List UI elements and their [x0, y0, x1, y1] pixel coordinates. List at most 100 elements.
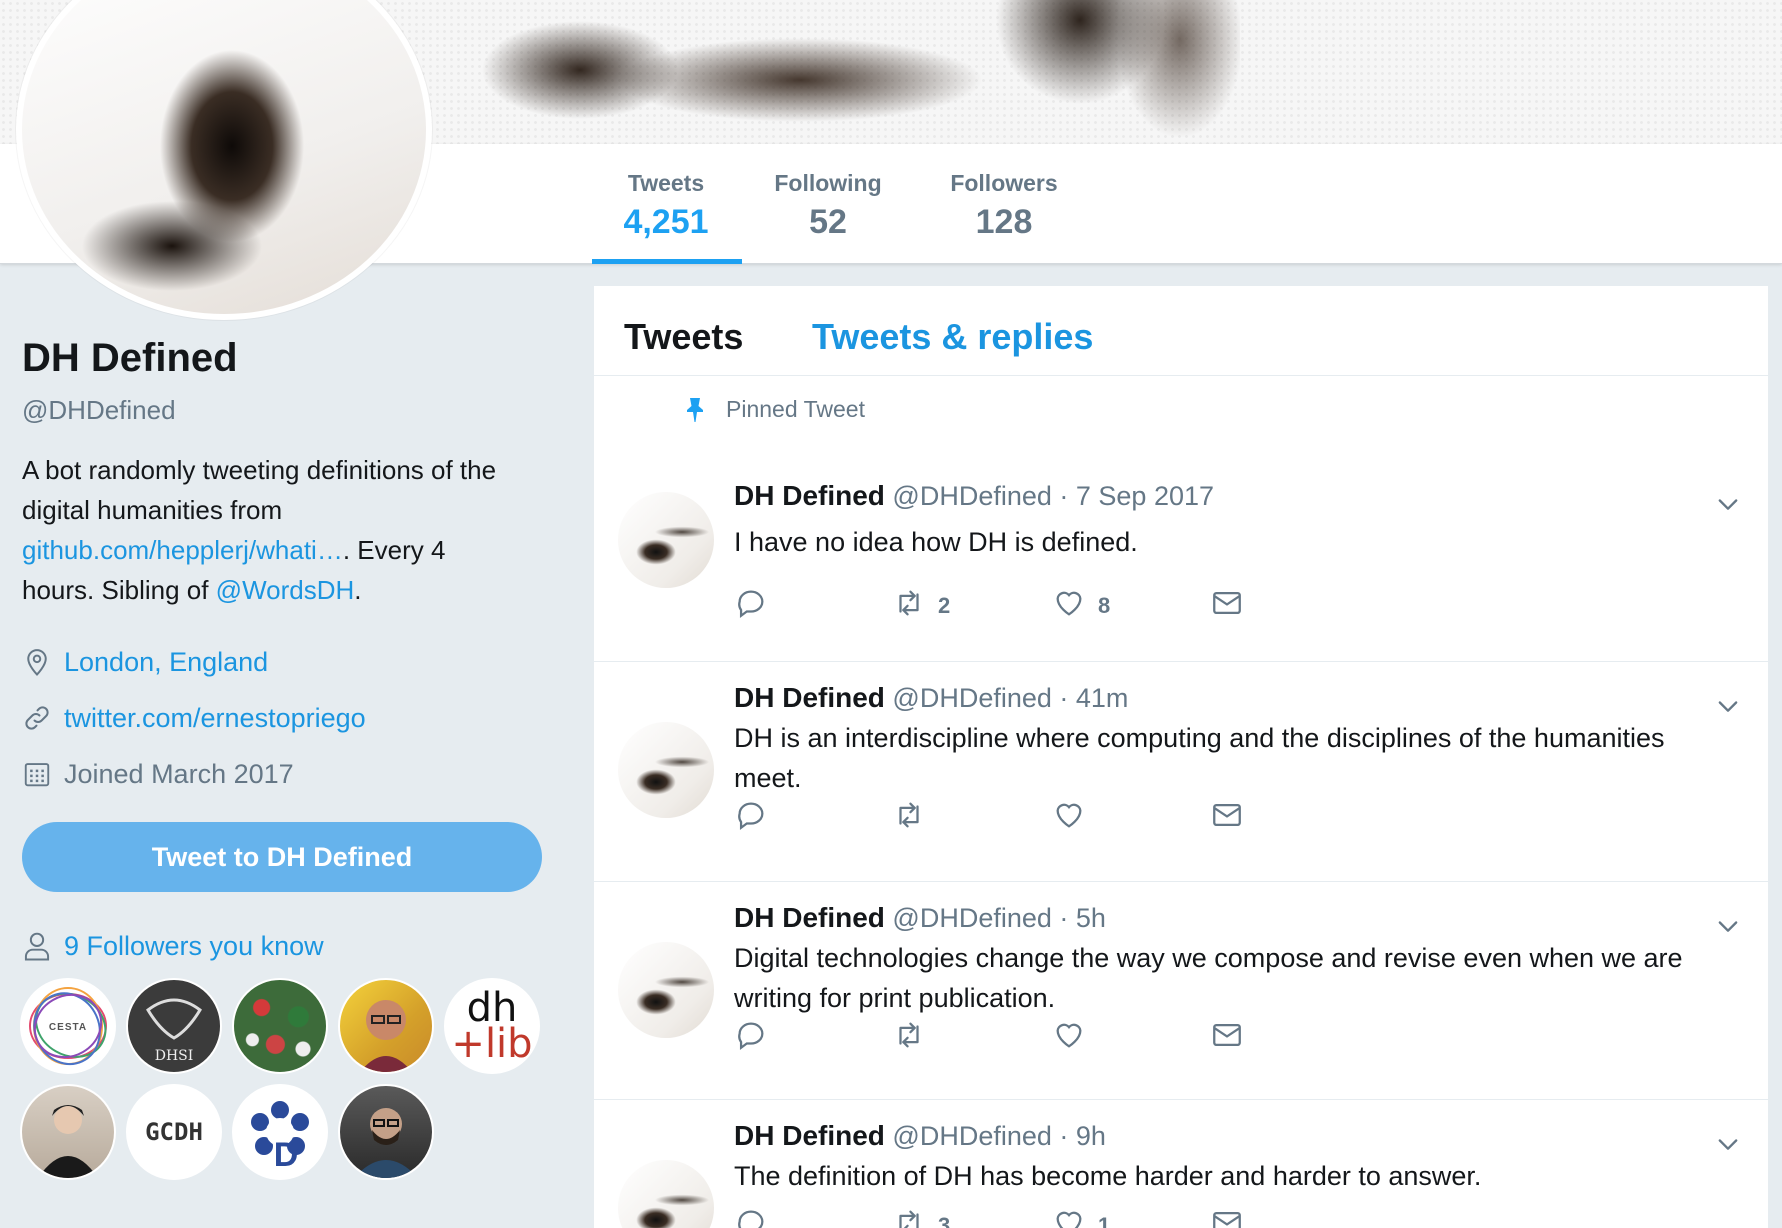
tweet-author-handle[interactable]: @DHDefined	[892, 1121, 1051, 1151]
tweet-text: Digital technologies change the way we c…	[734, 943, 1683, 1013]
tweet-separator: ·	[1051, 683, 1076, 713]
d-label: D	[274, 1136, 299, 1174]
reply-button[interactable]	[734, 586, 768, 625]
chevron-down-icon[interactable]	[1714, 912, 1742, 940]
tweet-timestamp[interactable]: 9h	[1076, 1121, 1106, 1151]
direct-message-button[interactable]	[1210, 586, 1244, 625]
tweet-author-handle[interactable]: @DHDefined	[892, 683, 1051, 713]
envelope-icon	[1210, 798, 1244, 837]
nav-following[interactable]: Following 52	[766, 170, 890, 242]
tweet[interactable]: DH Defined @DHDefined · 5h Digital techno…	[594, 882, 1768, 1100]
bio-mention[interactable]: @WordsDH	[216, 575, 355, 605]
tweet-timestamp[interactable]: 5h	[1076, 903, 1106, 933]
follower-avatar-person-dark[interactable]	[20, 1084, 116, 1180]
retweet-button[interactable]	[892, 798, 938, 837]
tweet[interactable]: DH Defined @DHDefined · 7 Sep 2017 I have…	[594, 436, 1768, 662]
tab-tweets-replies[interactable]: Tweets & replies	[812, 316, 1093, 358]
nav-tweets[interactable]: Tweets 4,251	[592, 170, 740, 264]
heart-icon	[1052, 1018, 1086, 1057]
direct-message-button[interactable]	[1210, 1018, 1244, 1057]
reply-button[interactable]	[734, 798, 768, 837]
tweet-author-name[interactable]: DH Defined	[734, 682, 885, 713]
gcdh-label: GCDH	[145, 1118, 203, 1146]
profile-joined: Joined March 2017	[22, 756, 542, 792]
direct-message-button[interactable]	[1210, 798, 1244, 837]
chevron-down-icon[interactable]	[1714, 1130, 1742, 1158]
retweet-icon	[892, 1206, 926, 1228]
tweet-author-name[interactable]: DH Defined	[734, 480, 885, 511]
retweet-button[interactable]	[892, 1018, 938, 1057]
nav-followers-label: Followers	[950, 170, 1058, 196]
followers-you-know-link[interactable]: 9 Followers you know	[64, 931, 324, 962]
follower-avatar-cesta[interactable]: CESTA	[20, 978, 116, 1074]
bio-link[interactable]: github.com/hepplerj/whati…	[22, 535, 343, 565]
d-logo: D	[251, 1101, 309, 1174]
location-pin-icon	[27, 649, 47, 676]
bio-end: .	[354, 575, 362, 605]
tweet-to-button[interactable]: Tweet to DH Defined	[22, 822, 542, 892]
tweet-avatar[interactable]	[618, 942, 714, 1038]
retweet-icon	[892, 586, 926, 625]
follower-avatar-person-glasses[interactable]	[338, 978, 434, 1074]
tweet-author-name[interactable]: DH Defined	[734, 1120, 885, 1151]
like-button[interactable]: 8	[1052, 586, 1110, 625]
profile-name[interactable]: DH Defined	[22, 336, 542, 381]
tweet[interactable]: DH Defined @DHDefined · 41m DH is an inte…	[594, 662, 1768, 882]
profile-handle[interactable]: @DHDefined	[22, 395, 542, 426]
retweet-icon	[892, 798, 926, 837]
tweet-timestamp[interactable]: 41m	[1076, 683, 1129, 713]
tab-tweets[interactable]: Tweets	[624, 316, 743, 358]
retweet-button[interactable]: 3	[892, 1206, 950, 1228]
profile-location: London, England	[22, 644, 542, 680]
nav-following-count: 52	[809, 203, 847, 241]
calendar-icon	[24, 763, 50, 787]
like-button[interactable]	[1052, 798, 1098, 837]
follower-avatar-person-beard[interactable]	[338, 1084, 434, 1180]
tweet[interactable]: DH Defined @DHDefined · 9h The definition…	[594, 1100, 1768, 1228]
nav-following-label: Following	[774, 170, 882, 196]
person-icon	[24, 932, 50, 961]
tweet-timestamp[interactable]: 7 Sep 2017	[1076, 481, 1214, 511]
chevron-down-icon[interactable]	[1714, 490, 1742, 518]
direct-message-button[interactable]	[1210, 1206, 1244, 1228]
like-count: 1	[1098, 1212, 1111, 1228]
chevron-down-icon[interactable]	[1714, 692, 1742, 720]
like-button[interactable]: 1	[1052, 1206, 1110, 1228]
tweet-separator: ·	[1051, 903, 1076, 933]
nav-tweets-count: 4,251	[623, 203, 709, 241]
heart-icon	[1052, 1206, 1086, 1228]
dhlib-bottom: +lib	[451, 1021, 533, 1067]
follower-avatar-gcdh[interactable]: GCDH	[126, 1084, 222, 1180]
follower-avatar-pattern[interactable]	[232, 978, 328, 1074]
tweet-avatar[interactable]	[618, 722, 714, 818]
like-button[interactable]	[1052, 1018, 1098, 1057]
tweet-author-name[interactable]: DH Defined	[734, 902, 885, 933]
tweet-text: I have no idea how DH is defined.	[734, 527, 1138, 557]
tweet-header: DH Defined @DHDefined · 7 Sep 2017	[734, 480, 1214, 512]
profile-avatar[interactable]	[16, 0, 432, 320]
reply-button[interactable]	[734, 1018, 768, 1057]
website-link[interactable]: twitter.com/ernestopriego	[64, 703, 366, 734]
tweet-author-handle[interactable]: @DHDefined	[892, 481, 1051, 511]
tweet-author-handle[interactable]: @DHDefined	[892, 903, 1051, 933]
followers-you-know[interactable]: 9 Followers you know	[22, 930, 324, 962]
location-link[interactable]: London, England	[64, 647, 268, 678]
tweet-actions	[734, 1018, 1334, 1052]
tweet-avatar[interactable]	[618, 492, 714, 588]
profile-website: twitter.com/ernestopriego	[22, 700, 542, 736]
follower-avatar-dhsi[interactable]: DHSI	[126, 978, 222, 1074]
tweet-avatar[interactable]	[618, 1160, 714, 1228]
profile-bio: A bot randomly tweeting definitions of t…	[22, 450, 522, 610]
nav-followers[interactable]: Followers 128	[940, 170, 1068, 242]
tweet-actions	[734, 798, 1334, 832]
follower-avatar-dh-lib[interactable]: dh +lib	[444, 978, 540, 1074]
tweet-header: DH Defined @DHDefined · 5h	[734, 902, 1106, 934]
profile-card: DH Defined @DHDefined A bot randomly twe…	[22, 336, 542, 792]
retweet-button[interactable]: 2	[892, 586, 950, 625]
reply-button[interactable]	[734, 1206, 768, 1228]
follower-avatar-d-logo[interactable]: D	[232, 1084, 328, 1180]
retweet-icon	[892, 1018, 926, 1057]
joined-date: Joined March 2017	[64, 758, 294, 789]
active-tab-underline	[592, 259, 742, 264]
reply-icon	[734, 586, 768, 625]
